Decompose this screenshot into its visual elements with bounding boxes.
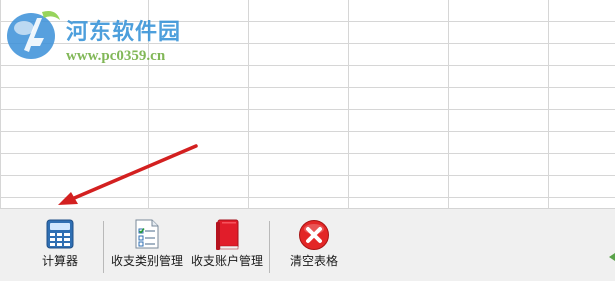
grid-column-divider bbox=[448, 0, 449, 208]
watermark-url: www.pc0359.cn bbox=[66, 48, 166, 64]
toolbar-separator bbox=[103, 221, 104, 273]
grid-column-divider bbox=[248, 0, 249, 208]
calculator-icon bbox=[46, 219, 74, 249]
grid-row-divider bbox=[0, 153, 615, 154]
watermark-title: 河东软件园 bbox=[66, 19, 182, 45]
grid-row-divider bbox=[0, 109, 615, 110]
clear-table-label: 清空表格 bbox=[289, 254, 338, 268]
grid-row-divider bbox=[0, 87, 615, 88]
grid-column-divider bbox=[348, 0, 349, 208]
calculator-button-label: 计算器 bbox=[41, 254, 78, 268]
toolbar-separator bbox=[269, 221, 270, 273]
income-expense-category-management-label: 收支类别管理 bbox=[110, 254, 183, 268]
red-x-circle-icon bbox=[299, 220, 329, 250]
grid-row-divider bbox=[0, 197, 615, 198]
resize-grip-icon[interactable] bbox=[609, 253, 615, 261]
red-book-icon bbox=[216, 219, 239, 250]
income-expense-account-management-label: 收支账户管理 bbox=[190, 254, 263, 268]
grid-column-divider bbox=[0, 0, 1, 208]
income-expense-category-management-button[interactable]: 收支类别管理 bbox=[108, 209, 186, 281]
clear-table-button[interactable]: 清空表格 bbox=[283, 209, 345, 281]
calculator-button[interactable]: 计算器 bbox=[30, 209, 90, 281]
grid-row-divider bbox=[0, 175, 615, 176]
watermark-logo-icon bbox=[7, 11, 60, 59]
watermark: 河东软件园 www.pc0359.cn bbox=[4, 4, 214, 70]
bottom-toolbar: 计算器 收支类别管理 收支账户管理 清空表格 bbox=[0, 208, 615, 281]
grid-column-divider bbox=[548, 0, 549, 208]
income-expense-account-management-button[interactable]: 收支账户管理 bbox=[187, 209, 267, 281]
grid-row-divider bbox=[0, 131, 615, 132]
checklist-document-icon bbox=[135, 219, 159, 249]
